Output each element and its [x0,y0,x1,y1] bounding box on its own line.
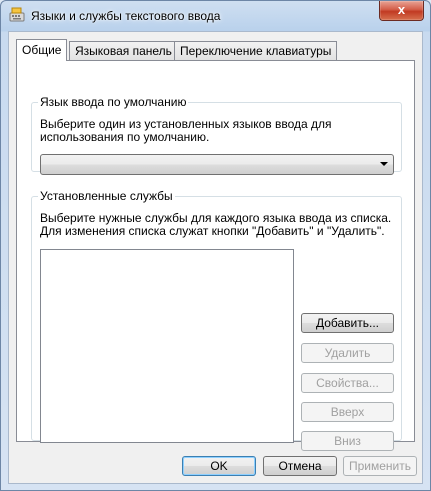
installed-services-legend: Установленные службы [40,189,173,203]
move-up-button[interactable]: Вверх [301,402,394,422]
close-icon: x [397,2,406,17]
chevron-down-icon [380,162,388,166]
installed-services-description: Выберите нужные службы для каждого языка… [40,211,392,238]
default-language-description: Выберите один из установленных языков вв… [40,117,332,144]
tab-label: Переключение клавиатуры [180,44,332,58]
tab-language-bar[interactable]: Языковая панель [69,41,178,60]
close-button[interactable]: x [379,1,424,21]
remove-button[interactable]: Удалить [301,343,394,363]
keyboard-icon [9,7,25,22]
properties-button[interactable]: Свойства... [301,373,394,393]
default-language-group: Язык ввода по умолчанию Выберите один из… [31,95,402,175]
move-down-button[interactable]: Вниз [301,431,394,451]
tab-label: Общие [22,43,62,57]
default-language-legend: Язык ввода по умолчанию [40,95,187,109]
cancel-button[interactable]: Отмена [263,456,337,476]
dialog-window: Языки и службы текстового ввода x Общие … [0,0,431,491]
title-bar[interactable]: Языки и службы текстового ввода x [1,1,430,31]
installed-services-group: Установленные службы Выберите нужные слу… [31,189,402,451]
installed-services-list[interactable] [40,249,294,443]
dialog-client-area: Общие Языковая панель Переключение клави… [8,31,423,484]
tab-label: Языковая панель [75,44,172,58]
apply-button[interactable]: Применить [343,456,417,476]
ok-button[interactable]: OK [182,456,256,476]
window-title: Языки и службы текстового ввода [31,9,221,23]
tab-panel-general: Язык ввода по умолчанию Выберите один из… [16,60,415,451]
tab-general[interactable]: Общие [16,39,68,61]
add-button[interactable]: Добавить... [301,313,394,333]
default-language-select[interactable] [40,154,394,175]
tab-keyboard-switching[interactable]: Переключение клавиатуры [174,41,338,60]
